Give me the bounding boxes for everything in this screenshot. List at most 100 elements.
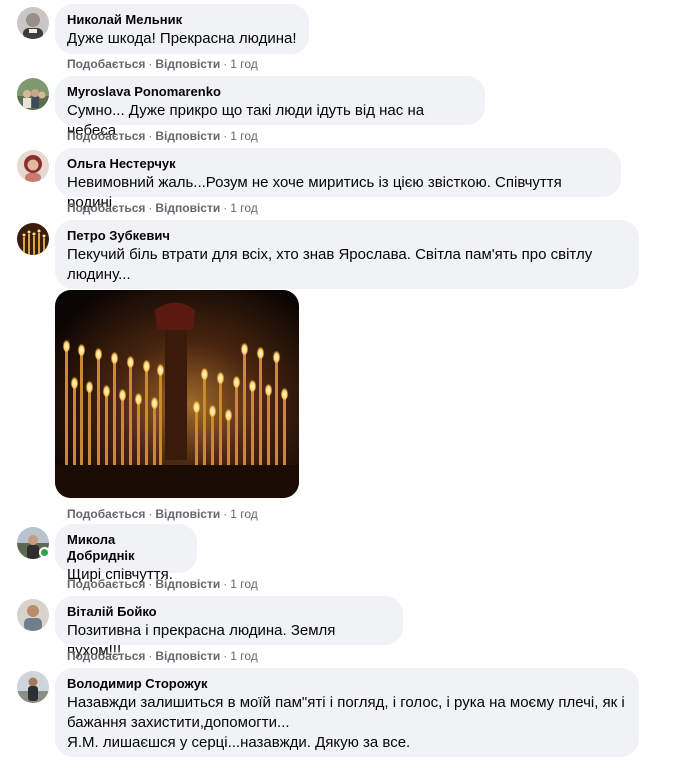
candle-flame <box>272 349 281 363</box>
candle-flame <box>240 341 249 355</box>
candle-flame <box>134 391 143 405</box>
candle <box>259 357 262 468</box>
candle <box>219 382 222 468</box>
candle-flame <box>102 383 111 397</box>
avatar[interactable] <box>17 7 49 39</box>
comment-bubble: Віталій Бойко Позитивна і прекрасна люди… <box>55 596 403 659</box>
like-button[interactable]: Подобається <box>67 57 145 71</box>
comment-text: людину... <box>67 266 131 283</box>
avatar[interactable] <box>17 78 49 110</box>
comment-author[interactable]: Myroslava Ponomarenko <box>67 84 473 100</box>
online-status-indicator <box>39 547 50 558</box>
comment-actions: Подобається · Відповісти · 1 год <box>67 128 258 144</box>
candle-flame <box>256 345 265 359</box>
comment-actions: Подобається · Відповісти · 1 год <box>67 648 258 664</box>
candle-flame <box>264 382 273 396</box>
comment-author[interactable]: Николай Мельник <box>67 12 297 28</box>
reply-button[interactable]: Відповісти <box>155 57 220 71</box>
separator: · <box>148 57 153 71</box>
candles-photo[interactable] <box>55 290 299 498</box>
reply-button[interactable]: Відповісти <box>155 129 220 143</box>
candle <box>121 399 124 468</box>
like-button[interactable]: Подобається <box>67 201 145 215</box>
candle <box>129 366 132 468</box>
candle-flame <box>70 375 79 389</box>
comment-timestamp[interactable]: 1 год <box>230 649 258 663</box>
separator: · <box>148 201 153 215</box>
comment-actions: Подобається · Відповісти · 1 год <box>67 56 258 72</box>
candle-flame <box>62 338 71 352</box>
candle-flame <box>142 358 151 372</box>
comment-bubble: Петро Зубкевич Пекучий біль втрати для в… <box>55 220 639 289</box>
candle <box>105 395 108 468</box>
candle <box>195 411 198 468</box>
like-button[interactable]: Подобається <box>67 649 145 663</box>
comment-timestamp[interactable]: 1 год <box>230 57 258 71</box>
comment-actions: Подобається · Відповісти · 1 год <box>67 200 258 216</box>
candle-flame <box>192 399 201 413</box>
candle <box>235 386 238 468</box>
reply-button[interactable]: Відповісти <box>155 577 220 591</box>
comment-timestamp[interactable]: 1 год <box>230 201 258 215</box>
candle-flame <box>208 403 217 417</box>
comment-timestamp[interactable]: 1 год <box>230 129 258 143</box>
candle <box>145 370 148 468</box>
comment-author[interactable]: Ольга Нестерчук <box>67 156 609 172</box>
candle-flame <box>118 387 127 401</box>
reply-button[interactable]: Відповісти <box>155 507 220 521</box>
comment-text: Назавжди залишиться в моїй пам"яті і пог… <box>67 694 625 711</box>
candle <box>243 353 246 468</box>
candle-flame <box>224 407 233 421</box>
candle-flame <box>150 395 159 409</box>
candle-flame <box>216 370 225 384</box>
separator: · <box>148 649 153 663</box>
candle-flame <box>156 362 165 376</box>
candle-flame <box>126 354 135 368</box>
candle-flame <box>94 346 103 360</box>
candle-flame <box>200 366 209 380</box>
comment-bubble: Микола Добриднік Щирі співчуття. <box>55 524 197 583</box>
candle <box>97 358 100 468</box>
comment-author[interactable]: Микола Добриднік <box>67 532 185 564</box>
candle-flame <box>110 350 119 364</box>
avatar[interactable] <box>17 223 49 255</box>
comment-timestamp[interactable]: 1 год <box>230 577 258 591</box>
comment-bubble: Николай Мельник Дуже шкода! Прекрасна лю… <box>55 4 309 54</box>
avatar[interactable] <box>17 150 49 182</box>
candle <box>80 354 83 468</box>
like-button[interactable]: Подобається <box>67 507 145 521</box>
candle <box>227 419 230 468</box>
comment-author[interactable]: Віталій Бойко <box>67 604 391 620</box>
comment-author[interactable]: Володимир Сторожук <box>67 676 627 692</box>
like-button[interactable]: Подобається <box>67 577 145 591</box>
separator: · <box>223 57 228 71</box>
comment-bubble: Ольга Нестерчук Невимовний жаль...Розум … <box>55 148 621 211</box>
comment-actions: Подобається · Відповісти · 1 год <box>67 506 258 522</box>
reply-button[interactable]: Відповісти <box>155 201 220 215</box>
separator: · <box>223 507 228 521</box>
separator: · <box>148 129 153 143</box>
candle <box>113 362 116 468</box>
candle <box>211 415 214 468</box>
candle <box>65 350 68 468</box>
avatar[interactable] <box>17 599 49 631</box>
candle <box>275 361 278 468</box>
avatar[interactable] <box>17 671 49 703</box>
candle <box>267 394 270 468</box>
candle-flame <box>248 378 257 392</box>
comment-bubble: Володимир Сторожук Назавжди залишиться в… <box>55 668 639 757</box>
candle <box>137 403 140 468</box>
like-button[interactable]: Подобається <box>67 129 145 143</box>
comment-bubble: Myroslava Ponomarenko Сумно... Дуже прик… <box>55 76 485 139</box>
reply-button[interactable]: Відповісти <box>155 649 220 663</box>
separator: · <box>223 129 228 143</box>
comment-text: Пекучий біль втрати для всіх, хто знав Я… <box>67 246 593 263</box>
candle <box>88 391 91 468</box>
separator: · <box>223 577 228 591</box>
comment-text: бажання захистити,допомогти... <box>67 714 290 731</box>
candle <box>283 398 286 468</box>
separator: · <box>223 201 228 215</box>
comment-author[interactable]: Петро Зубкевич <box>67 228 627 244</box>
comment-timestamp[interactable]: 1 год <box>230 507 258 521</box>
comment-actions: Подобається · Відповісти · 1 год <box>67 576 258 592</box>
